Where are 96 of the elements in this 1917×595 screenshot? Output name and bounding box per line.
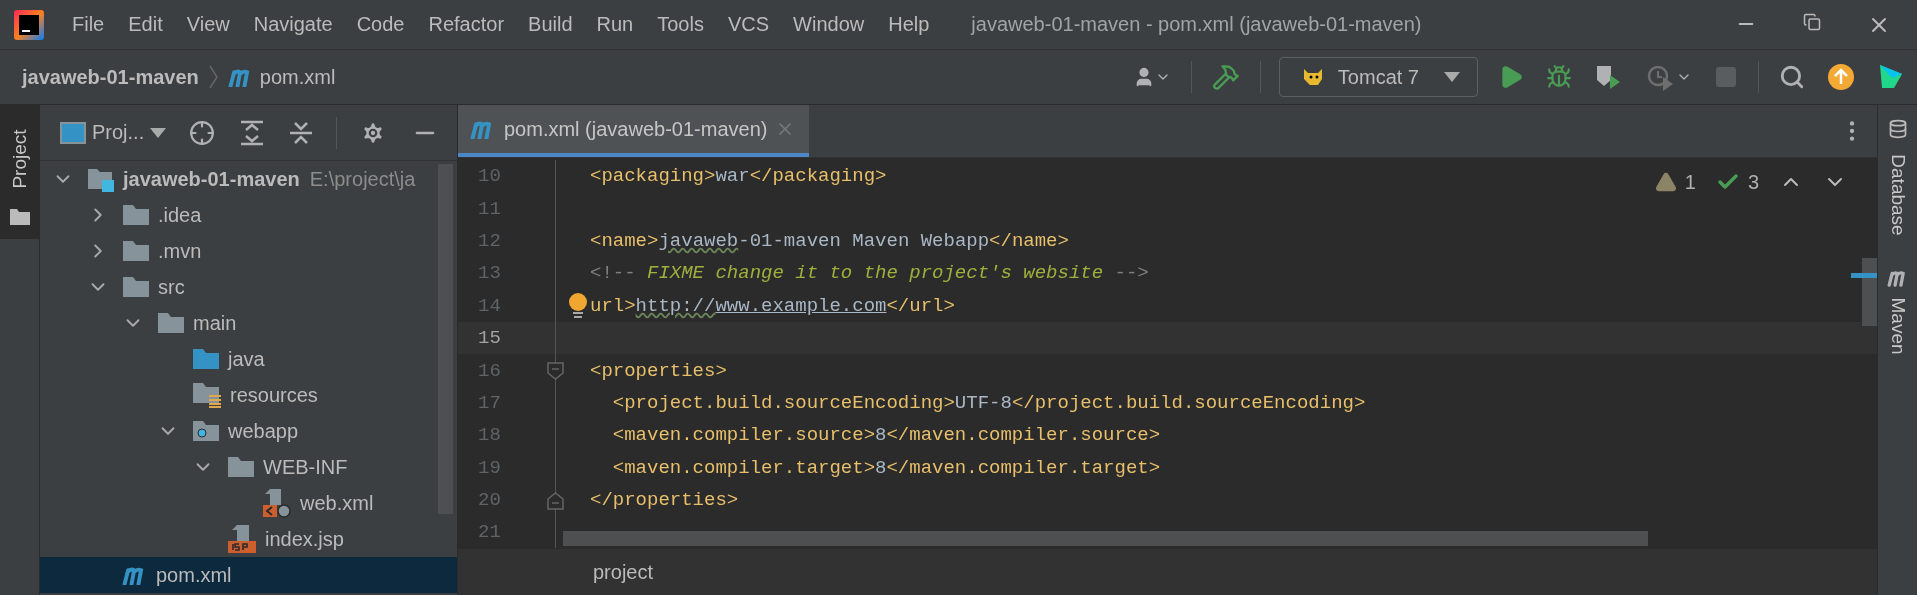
scrollbar-thumb[interactable] [563, 531, 1648, 546]
breadcrumb[interactable]: pom.xml [259, 65, 336, 89]
caret-icon [150, 127, 167, 138]
menu-item[interactable]: Help [888, 13, 930, 36]
folder-icon [122, 240, 150, 262]
line-number: 18 [478, 424, 501, 447]
code-line: <packaging>war</packaging> [589, 165, 887, 188]
line-number: 20 [478, 489, 501, 512]
separator-icon [208, 65, 218, 89]
breadcrumb[interactable]: project [593, 560, 654, 584]
tree-item[interactable]: javaweb-01-maven E:\project\ja [40, 161, 457, 197]
view-selector[interactable]: Proj... [60, 121, 167, 144]
tree-item-label: javaweb-01-maven [123, 167, 300, 191]
menu-item[interactable]: View [186, 13, 230, 36]
menu-item[interactable]: Tools [657, 13, 704, 36]
line-number: 17 [478, 391, 501, 414]
xml-file-icon [262, 488, 292, 518]
web-folder-icon [192, 420, 220, 442]
folder-icon [157, 312, 185, 334]
folder-icon [227, 456, 255, 478]
tree-item[interactable]: resources [40, 377, 457, 413]
warning-count: 1 [1684, 170, 1696, 194]
editor-tab[interactable]: pom.xml (javaweb-01-maven) [458, 105, 810, 157]
update-icon[interactable] [1825, 61, 1857, 93]
code-line: <name>javaweb-01-maven Maven Webapp</name> [589, 229, 1069, 252]
tree-item[interactable]: WEB-INF [40, 449, 457, 485]
tree-item-label: main [193, 311, 237, 335]
tool-window-tab[interactable]: Database [1878, 105, 1917, 255]
menu-item[interactable]: Run [596, 13, 634, 36]
run-configuration-dropdown[interactable]: Tomcat 7 [1278, 57, 1478, 97]
menu-item[interactable]: VCS [727, 13, 770, 36]
tree-item-label: .idea [158, 203, 202, 227]
menu-item[interactable]: Code [356, 13, 405, 36]
tree-item-label: WEB-INF [263, 455, 348, 479]
menu-item[interactable]: File [72, 13, 105, 36]
tree-item-label: .mvn [158, 239, 202, 263]
line-number: 11 [478, 197, 501, 220]
caret-icon [1443, 71, 1461, 83]
code-line: <maven.compiler.source>8</maven.compiler.source> [611, 424, 1161, 447]
tree-item-label: pom.xml [156, 563, 232, 587]
lightbulb-icon[interactable] [566, 291, 590, 320]
menu-item[interactable]: Build [528, 13, 573, 36]
menu-item[interactable]: Edit [128, 13, 163, 36]
window-title: javaweb-01-maven - pom.xml (javaweb-01-maven) [971, 13, 1422, 36]
tree-item-label: index.jsp [265, 527, 344, 551]
line-number: 16 [478, 359, 501, 382]
restore-icon[interactable] [1803, 12, 1821, 31]
tree-item[interactable]: index.jsp [40, 521, 457, 557]
line-number: 10 [478, 165, 501, 188]
line-number: 14 [478, 294, 501, 317]
tree-item[interactable]: src [40, 269, 457, 305]
tool-window-tab[interactable]: Project [0, 105, 39, 239]
code-line: url>http://www.example.com</url> [556, 291, 955, 320]
tree-item[interactable]: webapp [40, 413, 457, 449]
code-line: </properties> [589, 489, 739, 512]
tool-window-tab[interactable]: Maven [1878, 255, 1917, 370]
tree-item-label: webapp [228, 419, 299, 443]
line-number: 13 [478, 262, 501, 285]
warning-icon[interactable] [1654, 171, 1677, 193]
jsp-file-icon [227, 524, 257, 554]
fold-icon[interactable] [547, 362, 564, 381]
tree-item[interactable]: java [40, 341, 457, 377]
weak-warning-count: 3 [1747, 170, 1759, 194]
line-number: 19 [478, 456, 501, 479]
app-logo-icon [14, 9, 44, 40]
tree-item[interactable]: web.xml [40, 485, 457, 521]
menu-item[interactable]: Window [793, 13, 865, 36]
tree-item-label: web.xml [300, 491, 374, 515]
tree-item[interactable]: .idea [40, 197, 457, 233]
tree-item-label: java [228, 347, 265, 371]
folder-icon [122, 276, 150, 298]
tree-item-label: src [158, 275, 185, 299]
breadcrumb[interactable]: javaweb-01-maven [22, 65, 199, 89]
tree-item[interactable]: pom.xml [40, 557, 457, 593]
fold-icon[interactable] [547, 491, 564, 510]
folder-icon [122, 204, 150, 226]
line-number: 21 [478, 521, 501, 544]
database-icon [1887, 119, 1908, 139]
tree-item-path: E:\project\ja [309, 167, 416, 191]
code-line: <maven.compiler.target>8</maven.compiler.target> [611, 456, 1161, 479]
resources-folder-icon [192, 382, 222, 408]
menu-item[interactable]: Navigate [253, 13, 333, 36]
code-line: <properties> [589, 359, 727, 382]
code-line: <!-- FIXME change it to the project's website --> [589, 262, 1149, 285]
line-number: 15 [478, 327, 501, 350]
window-icon [60, 121, 86, 144]
tree-item[interactable]: .mvn [40, 233, 457, 269]
scrollbar[interactable] [1851, 258, 1877, 326]
tree-item[interactable]: main [40, 305, 457, 341]
module-folder-icon [87, 166, 115, 192]
tree-item-label: resources [230, 383, 318, 407]
code-line: <project.build.sourceEncoding>UTF-8</project.build.sourceEncoding> [611, 391, 1366, 414]
line-number: 12 [478, 229, 501, 252]
menu-item[interactable]: Refactor [428, 13, 505, 36]
folder-icon [192, 348, 220, 370]
folder-icon [9, 209, 30, 225]
